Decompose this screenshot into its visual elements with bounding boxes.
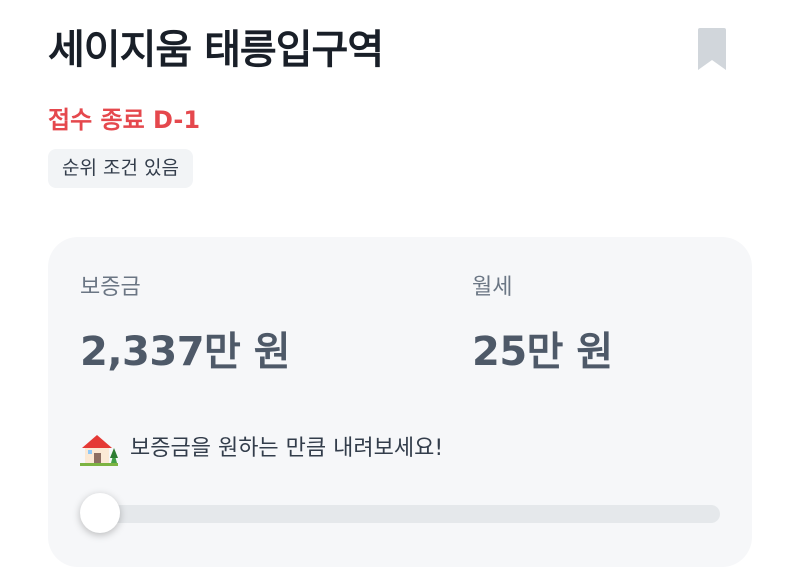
house-icon xyxy=(80,435,118,466)
deposit-slider-handle[interactable] xyxy=(80,493,120,533)
deposit-hint-text: 보증금을 원하는 만큼 내려보세요! xyxy=(130,436,444,461)
rent-value: 25만 원 xyxy=(472,329,613,375)
price-card: 보증금 2,337만 원 월세 25만 원 보증금을 원하는 만큼 내려보세요! xyxy=(48,237,752,567)
bookmark-icon xyxy=(698,28,726,70)
deposit-slider[interactable] xyxy=(80,493,720,533)
page-title: 세이지움 태릉입구역 xyxy=(48,27,384,73)
listing-page: 세이지움 태릉입구역 접수 종료 D-1 순위 조건 있음 보증금 2,337만… xyxy=(0,0,800,585)
bookmark-button[interactable] xyxy=(692,26,732,74)
deposit-hint: 보증금을 원하는 만큼 내려보세요! xyxy=(80,432,443,466)
condition-tag: 순위 조건 있음 xyxy=(48,149,193,188)
deadline-text: 접수 종료 D-1 xyxy=(48,106,201,134)
deposit-value: 2,337만 원 xyxy=(80,329,291,375)
rent-label: 월세 xyxy=(472,275,513,300)
deposit-label: 보증금 xyxy=(80,275,141,300)
